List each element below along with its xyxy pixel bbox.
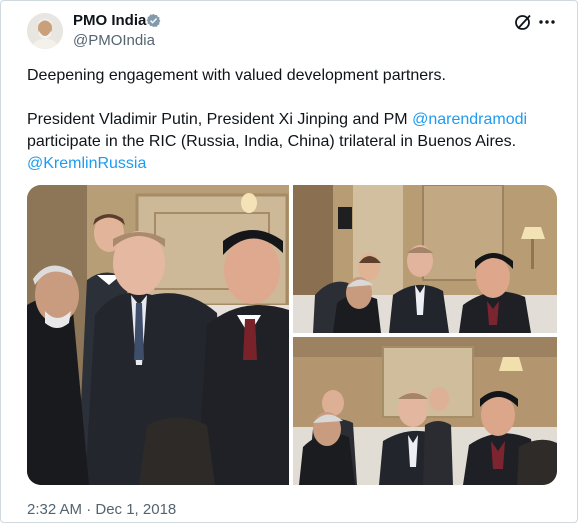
photo-1-image <box>27 185 289 485</box>
tweet-line-3: @KremlinRussia <box>27 153 557 175</box>
grok-icon[interactable] <box>513 12 533 32</box>
photo-3-image <box>293 337 557 485</box>
mention-kremlinrussia[interactable]: @KremlinRussia <box>27 155 146 172</box>
photo-1[interactable] <box>27 185 289 485</box>
mention-narendramodi[interactable]: @narendramodi <box>412 111 527 128</box>
timestamp[interactable]: 2:32 AM · Dec 1, 2018 <box>27 501 176 518</box>
photo-2-image <box>293 185 557 333</box>
media-grid <box>27 185 557 485</box>
verified-badge-icon <box>146 14 161 27</box>
author-avatar[interactable] <box>27 13 63 49</box>
tweet-line-2: President Vladimir Putin, President Xi J… <box>27 111 528 150</box>
author-name[interactable]: PMO India <box>73 12 146 29</box>
photo-3[interactable] <box>293 337 557 485</box>
author-handle[interactable]: @PMOIndia <box>73 32 155 49</box>
tweet-text: Deepening engagement with valued develop… <box>27 65 557 175</box>
tweet-card: PMO India @PMOIndia Deepening engagement… <box>0 0 578 523</box>
more-icon[interactable] <box>537 12 557 32</box>
tweet-line-1: Deepening engagement with valued develop… <box>27 67 446 84</box>
photo-2[interactable] <box>293 185 557 333</box>
avatar-image <box>27 13 63 49</box>
